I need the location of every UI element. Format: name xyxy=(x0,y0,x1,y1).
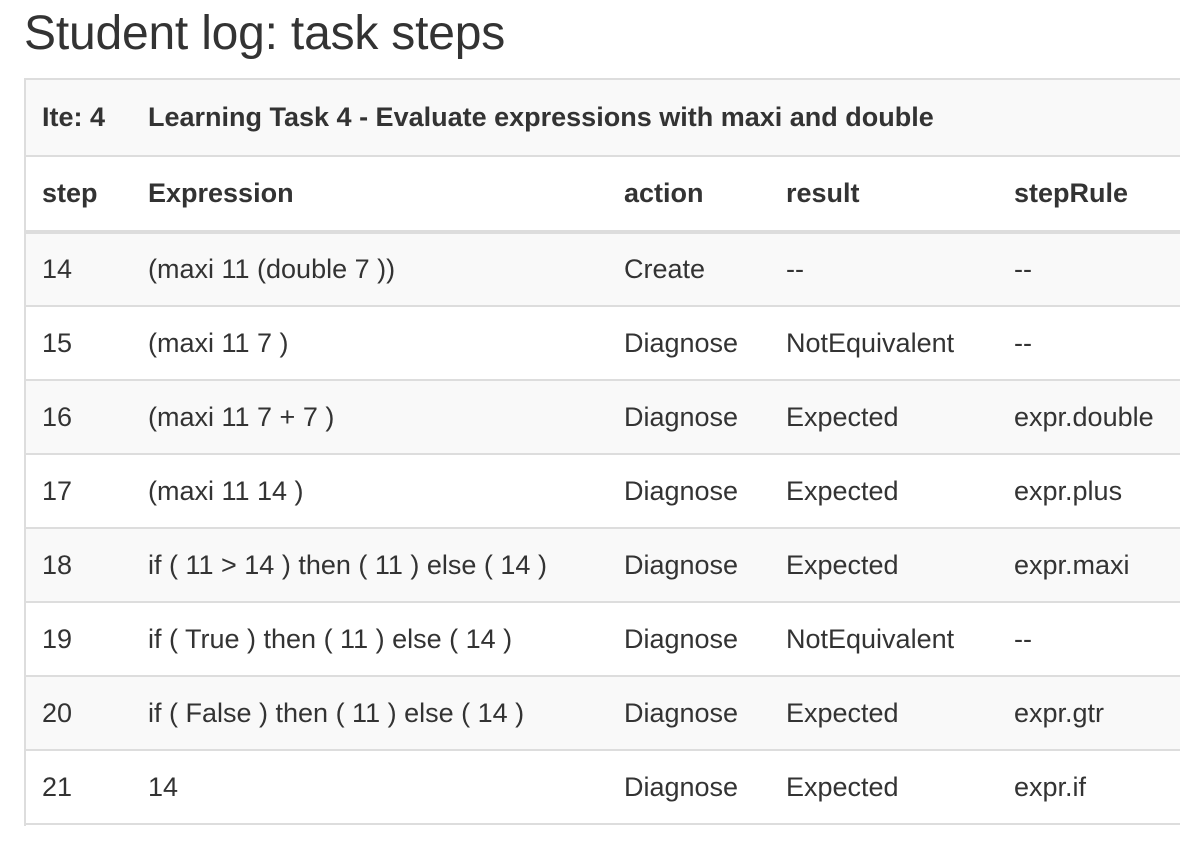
task-ite-label: Ite: 4 xyxy=(26,80,132,157)
cell-expression: (maxi 11 7 ) xyxy=(132,306,608,381)
task-steps-table: Ite: 4 Learning Task 4 - Evaluate expres… xyxy=(26,80,1180,825)
cell-result: NotEquivalent xyxy=(770,306,998,381)
cell-result: Expected xyxy=(770,676,998,751)
cell-steprule: -- xyxy=(998,306,1180,381)
column-header-action: action xyxy=(608,156,770,234)
cell-action: Diagnose xyxy=(608,380,770,455)
cell-result: Expected xyxy=(770,750,998,825)
cell-steprule: expr.plus xyxy=(998,454,1180,529)
cell-steprule: -- xyxy=(998,232,1180,307)
cell-result: Expected xyxy=(770,528,998,603)
cell-step: 14 xyxy=(26,232,132,307)
cell-action: Diagnose xyxy=(608,676,770,751)
cell-step: 15 xyxy=(26,306,132,381)
cell-steprule: expr.gtr xyxy=(998,676,1180,751)
cell-action: Diagnose xyxy=(608,306,770,381)
cell-result: Expected xyxy=(770,380,998,455)
cell-steprule: expr.if xyxy=(998,750,1180,825)
column-header-row: step Expression action result stepRule xyxy=(26,156,1180,234)
column-header-expression: Expression xyxy=(132,156,608,234)
table-row: 14 (maxi 11 (double 7 )) Create -- -- xyxy=(26,232,1180,307)
table-row: 16 (maxi 11 7 + 7 ) Diagnose Expected ex… xyxy=(26,380,1180,455)
page-title: Student log: task steps xyxy=(24,7,506,60)
cell-step: 20 xyxy=(26,676,132,751)
table-row: 17 (maxi 11 14 ) Diagnose Expected expr.… xyxy=(26,454,1180,529)
cell-step: 21 xyxy=(26,750,132,825)
column-header-step: step xyxy=(26,156,132,234)
cell-step: 17 xyxy=(26,454,132,529)
table-row: 20 if ( False ) then ( 11 ) else ( 14 ) … xyxy=(26,676,1180,751)
cell-action: Diagnose xyxy=(608,602,770,677)
task-name: Learning Task 4 - Evaluate expressions w… xyxy=(132,80,1180,157)
cell-expression: 14 xyxy=(132,750,608,825)
cell-expression: if ( 11 > 14 ) then ( 11 ) else ( 14 ) xyxy=(132,528,608,603)
cell-steprule: -- xyxy=(998,602,1180,677)
cell-step: 18 xyxy=(26,528,132,603)
cell-steprule: expr.maxi xyxy=(998,528,1180,603)
table-row: 18 if ( 11 > 14 ) then ( 11 ) else ( 14 … xyxy=(26,528,1180,603)
table-row: 21 14 Diagnose Expected expr.if xyxy=(26,750,1180,825)
cell-expression: if ( False ) then ( 11 ) else ( 14 ) xyxy=(132,676,608,751)
cell-expression: (maxi 11 14 ) xyxy=(132,454,608,529)
cell-action: Diagnose xyxy=(608,454,770,529)
cell-result: NotEquivalent xyxy=(770,602,998,677)
cell-result: -- xyxy=(770,232,998,307)
table-row: 15 (maxi 11 7 ) Diagnose NotEquivalent -… xyxy=(26,306,1180,381)
cell-result: Expected xyxy=(770,454,998,529)
cell-expression: (maxi 11 (double 7 )) xyxy=(132,232,608,307)
cell-action: Diagnose xyxy=(608,528,770,603)
cell-action: Create xyxy=(608,232,770,307)
task-steps-table-container: Ite: 4 Learning Task 4 - Evaluate expres… xyxy=(24,78,1180,826)
cell-expression: (maxi 11 7 + 7 ) xyxy=(132,380,608,455)
cell-step: 19 xyxy=(26,602,132,677)
task-info-row: Ite: 4 Learning Task 4 - Evaluate expres… xyxy=(26,80,1180,157)
cell-expression: if ( True ) then ( 11 ) else ( 14 ) xyxy=(132,602,608,677)
column-header-result: result xyxy=(770,156,998,234)
cell-steprule: expr.double xyxy=(998,380,1180,455)
column-header-steprule: stepRule xyxy=(998,156,1180,234)
table-row: 19 if ( True ) then ( 11 ) else ( 14 ) D… xyxy=(26,602,1180,677)
cell-action: Diagnose xyxy=(608,750,770,825)
cell-step: 16 xyxy=(26,380,132,455)
